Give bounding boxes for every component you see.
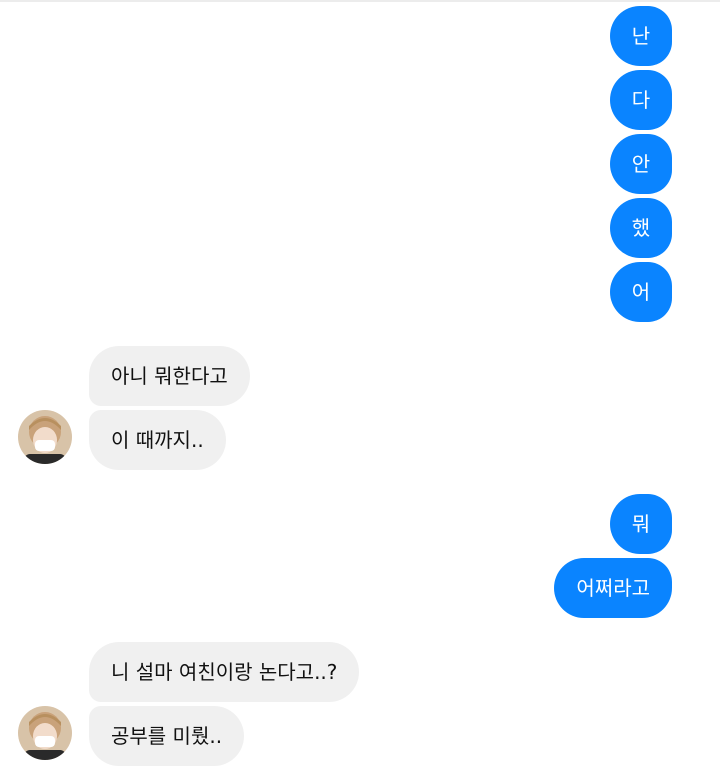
message-text: 이 때까지.. bbox=[111, 428, 204, 452]
message-text: 안 bbox=[631, 152, 651, 176]
message-text: 어쩌라고 bbox=[576, 576, 650, 600]
message-bubble-outgoing[interactable]: 안 bbox=[610, 134, 672, 194]
message-bubble-incoming[interactable]: 니 설마 여친이랑 논다고..? bbox=[89, 642, 360, 702]
message-bubble-outgoing[interactable]: 난 bbox=[610, 6, 672, 66]
message-text: 난 bbox=[631, 24, 651, 48]
message-bubble-outgoing[interactable]: 어 bbox=[610, 262, 672, 322]
message-text: 했 bbox=[631, 216, 651, 240]
contact-avatar-icon[interactable] bbox=[18, 410, 72, 464]
contact-avatar-icon[interactable] bbox=[18, 706, 72, 760]
message-bubble-outgoing[interactable]: 했 bbox=[610, 198, 672, 258]
message-text: 뭐 bbox=[631, 512, 651, 536]
message-text: 공부를 미뤘.. bbox=[111, 724, 223, 748]
top-divider bbox=[0, 0, 720, 2]
message-text: 다 bbox=[631, 88, 651, 112]
message-bubble-incoming[interactable]: 아니 뭐한다고 bbox=[89, 346, 250, 406]
message-bubble-incoming[interactable]: 이 때까지.. bbox=[89, 410, 226, 470]
message-bubble-incoming[interactable]: 공부를 미뤘.. bbox=[89, 706, 245, 766]
message-bubble-outgoing[interactable]: 뭐 bbox=[610, 494, 672, 554]
message-text: 아니 뭐한다고 bbox=[111, 364, 228, 388]
message-bubble-outgoing[interactable]: 어쩌라고 bbox=[554, 558, 672, 618]
message-text: 어 bbox=[631, 280, 651, 304]
message-text: 니 설마 여친이랑 논다고..? bbox=[111, 660, 338, 684]
message-bubble-outgoing[interactable]: 다 bbox=[610, 70, 672, 130]
